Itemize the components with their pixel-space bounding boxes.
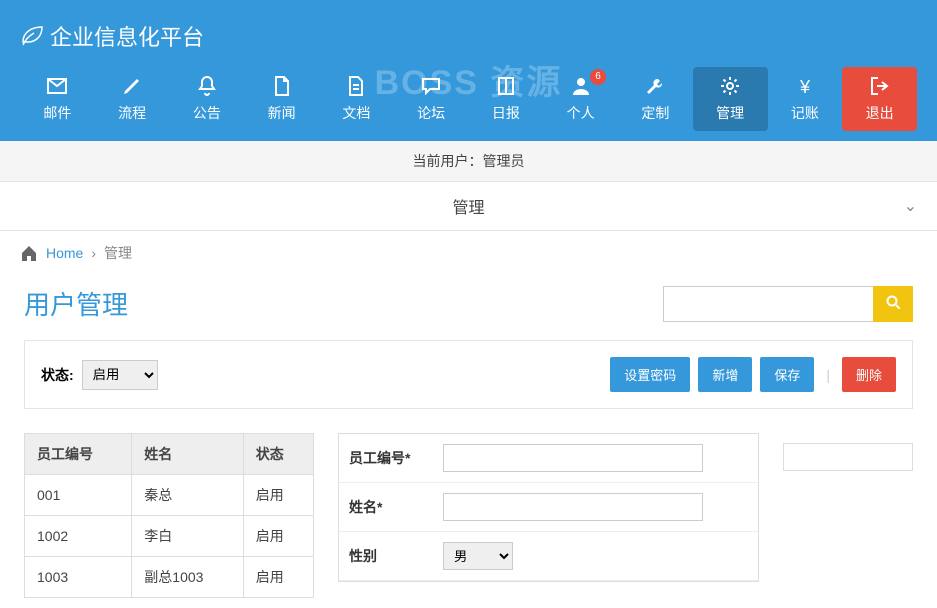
pencil-icon (121, 75, 143, 97)
nav-label: 邮件 (24, 103, 91, 123)
nav-label: 定制 (622, 103, 689, 123)
table-row[interactable]: 1003副总1003启用 (25, 557, 314, 598)
status-label: 状态: (41, 365, 74, 385)
nav-label: 流程 (99, 103, 166, 123)
nav-book[interactable]: 日报 (469, 67, 544, 131)
nav-label: 退出 (846, 103, 913, 123)
nav-label: 文档 (323, 103, 390, 123)
nav-label: 个人 (547, 103, 614, 123)
nav-exit[interactable]: 退出 (842, 67, 917, 131)
search-button[interactable] (873, 286, 913, 322)
chat-icon (420, 75, 442, 97)
gender-select[interactable]: 男 (443, 542, 513, 570)
breadcrumb: Home › 管理 (0, 231, 937, 275)
nav-bell[interactable]: 公告 (170, 67, 245, 131)
page-title: 用户管理 (24, 285, 128, 322)
nav-yen[interactable]: ¥ 记账 (768, 67, 843, 131)
breadcrumb-home[interactable]: Home (46, 245, 83, 261)
employee-table: 员工编号 姓名 状态 001秦总启用1002李白启用1003副总1003启用 (24, 433, 314, 598)
nav-label: 论坛 (398, 103, 465, 123)
bell-icon (196, 75, 218, 97)
col-status: 状态 (243, 434, 313, 475)
brand-text: 企业信息化平台 (50, 20, 204, 52)
user-icon (570, 75, 592, 97)
side-box (783, 443, 913, 471)
set-password-button[interactable]: 设置密码 (610, 357, 690, 392)
nav-label: 公告 (174, 103, 241, 123)
main-nav: 邮件流程公告新闻文档论坛日报 6 个人定制管理 ¥ 记账退出 (20, 67, 917, 141)
detail-form: 员工编号* 姓名* 性别 男 (338, 433, 759, 582)
table-row[interactable]: 001秦总启用 (25, 475, 314, 516)
nav-pencil[interactable]: 流程 (95, 67, 170, 131)
status-select[interactable]: 启用 (82, 360, 158, 390)
badge: 6 (590, 69, 606, 85)
mail-icon (46, 75, 68, 97)
svg-text:¥: ¥ (799, 77, 811, 97)
exit-icon (869, 75, 891, 97)
brand: 企业信息化平台 (20, 10, 917, 67)
chevron-down-icon: ⌄ (904, 196, 917, 216)
gears-icon (719, 75, 741, 97)
gender-label: 性别 (339, 534, 433, 578)
nav-gears[interactable]: 管理 (693, 67, 768, 131)
nav-label: 新闻 (248, 103, 315, 123)
leaf-icon (20, 24, 44, 48)
col-id: 员工编号 (25, 434, 132, 475)
doc-icon (345, 75, 367, 97)
nav-wrench[interactable]: 定制 (618, 67, 693, 131)
emp-id-input[interactable] (443, 444, 703, 472)
toolbar: 状态: 启用 设置密码 新增 保存 | 删除 (24, 340, 913, 409)
search-group (663, 286, 913, 322)
breadcrumb-current: 管理 (104, 243, 132, 263)
file-icon (271, 75, 293, 97)
yen-icon: ¥ (794, 75, 816, 97)
nav-chat[interactable]: 论坛 (394, 67, 469, 131)
name-input[interactable] (443, 493, 703, 521)
nav-user[interactable]: 6 个人 (543, 67, 618, 131)
nav-label: 管理 (697, 103, 764, 123)
name-label: 姓名* (339, 485, 433, 529)
save-button[interactable]: 保存 (760, 357, 814, 392)
nav-mail[interactable]: 邮件 (20, 67, 95, 131)
search-icon (886, 295, 900, 309)
nav-label: 记账 (772, 103, 839, 123)
emp-id-label: 员工编号* (339, 436, 433, 480)
table-row[interactable]: 1002李白启用 (25, 516, 314, 557)
delete-button[interactable]: 删除 (842, 357, 896, 392)
section-bar[interactable]: 管理 ⌄ (0, 182, 937, 231)
search-input[interactable] (663, 286, 873, 322)
col-name: 姓名 (132, 434, 243, 475)
nav-doc[interactable]: 文档 (319, 67, 394, 131)
nav-label: 日报 (473, 103, 540, 123)
wrench-icon (644, 75, 666, 97)
add-button[interactable]: 新增 (698, 357, 752, 392)
nav-file[interactable]: 新闻 (244, 67, 319, 131)
book-icon (495, 75, 517, 97)
current-user-bar: 当前用户：管理员 (0, 141, 937, 182)
home-icon (20, 244, 38, 262)
